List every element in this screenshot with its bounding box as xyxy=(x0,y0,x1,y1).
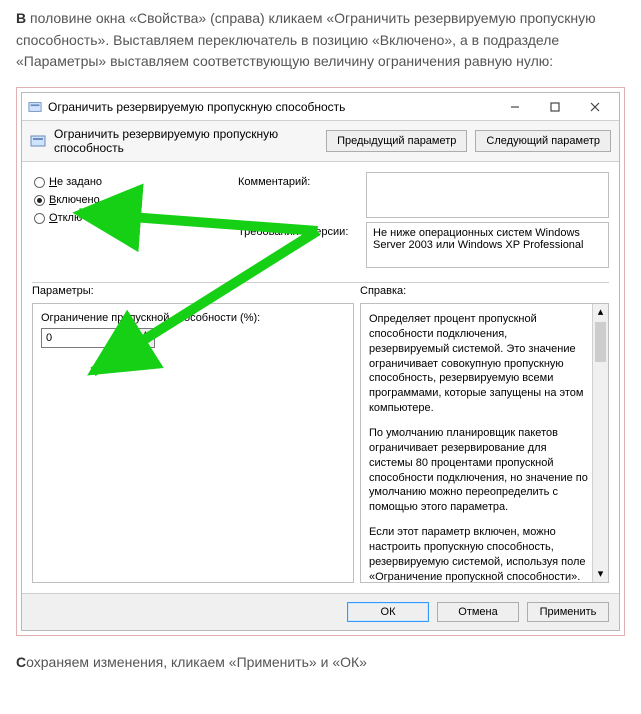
help-panel: Определяет процент пропускной способност… xyxy=(360,303,609,583)
toolbar: Ограничить резервируемую пропускную спос… xyxy=(22,121,619,162)
article-outro: Сохраняем изменения, кликаем «Применить»… xyxy=(16,652,625,674)
apply-button[interactable]: Применить xyxy=(527,602,609,622)
scroll-thumb[interactable] xyxy=(595,322,606,362)
meta-fields: Комментарий: Требования к версии: Не ниж… xyxy=(238,172,609,268)
toolbar-title: Ограничить резервируемую пропускную спос… xyxy=(54,127,318,155)
policy-icon xyxy=(28,100,42,114)
titlebar: Ограничить резервируемую пропускную спос… xyxy=(22,93,619,121)
article-intro: В половине окна «Свойства» (справа) клик… xyxy=(16,8,625,73)
radio-icon xyxy=(34,195,45,206)
help-paragraph: По умолчанию планировщик пакетов огранич… xyxy=(369,426,590,515)
bandwidth-limit-label: Ограничение пропускной способности (%): xyxy=(41,312,345,324)
radio-icon xyxy=(34,177,45,188)
cancel-button[interactable]: Отмена xyxy=(437,602,519,622)
screenshot: Ограничить резервируемую пропускную спос… xyxy=(16,87,625,636)
help-header: Справка: xyxy=(360,285,609,297)
article-outro-body: охраняем изменения, кликаем «Применить» … xyxy=(26,654,367,670)
radio-not-configured[interactable]: Не задано xyxy=(34,176,230,188)
section-headers: Параметры: Справка: xyxy=(22,285,619,297)
settings-upper: Не задано Включено Отключено Комментарий… xyxy=(22,162,619,276)
gpedit-dialog: Ограничить резервируемую пропускную спос… xyxy=(21,92,620,631)
scroll-down-icon[interactable]: ▾ xyxy=(593,566,608,582)
radio-icon xyxy=(34,213,45,224)
state-radios: Не задано Включено Отключено xyxy=(32,172,232,268)
article-intro-body: половине окна «Свойства» (справа) кликае… xyxy=(16,10,596,69)
article-outro-lead: С xyxy=(16,654,26,670)
spinner-down-icon[interactable]: ▼ xyxy=(137,338,154,347)
radio-enabled[interactable]: Включено xyxy=(34,194,230,206)
params-header: Параметры: xyxy=(32,285,360,297)
policy-icon xyxy=(30,133,46,149)
panels: Ограничение пропускной способности (%): … xyxy=(22,297,619,593)
bandwidth-limit-spinner[interactable]: ▲ ▼ xyxy=(41,328,155,348)
help-scrollbar[interactable]: ▴ ▾ xyxy=(592,304,608,582)
window-title: Ограничить резервируемую пропускную спос… xyxy=(48,100,495,114)
close-button[interactable] xyxy=(575,95,615,119)
spinner-buttons[interactable]: ▲ ▼ xyxy=(136,329,154,347)
radio-disabled[interactable]: Отключено xyxy=(34,212,230,224)
next-setting-button[interactable]: Следующий параметр xyxy=(475,130,611,152)
article-intro-lead: В xyxy=(16,10,26,26)
minimize-button[interactable] xyxy=(495,95,535,119)
help-paragraph: Если этот параметр включен, можно настро… xyxy=(369,525,590,583)
requirements-field: Не ниже операционных систем Windows Serv… xyxy=(366,222,609,268)
maximize-button[interactable] xyxy=(535,95,575,119)
params-panel: Ограничение пропускной способности (%): … xyxy=(32,303,354,583)
dialog-footer: ОК Отмена Применить xyxy=(22,593,619,630)
requirements-label: Требования к версии: xyxy=(238,222,358,238)
prev-setting-button[interactable]: Предыдущий параметр xyxy=(326,130,467,152)
ok-button[interactable]: ОК xyxy=(347,602,429,622)
separator xyxy=(32,282,609,283)
spinner-up-icon[interactable]: ▲ xyxy=(137,329,154,338)
comment-label: Комментарий: xyxy=(238,172,358,188)
bandwidth-limit-input[interactable] xyxy=(42,329,136,347)
help-paragraph: Определяет процент пропускной способност… xyxy=(369,312,590,416)
scroll-up-icon[interactable]: ▴ xyxy=(593,304,608,320)
comment-field[interactable] xyxy=(366,172,609,218)
